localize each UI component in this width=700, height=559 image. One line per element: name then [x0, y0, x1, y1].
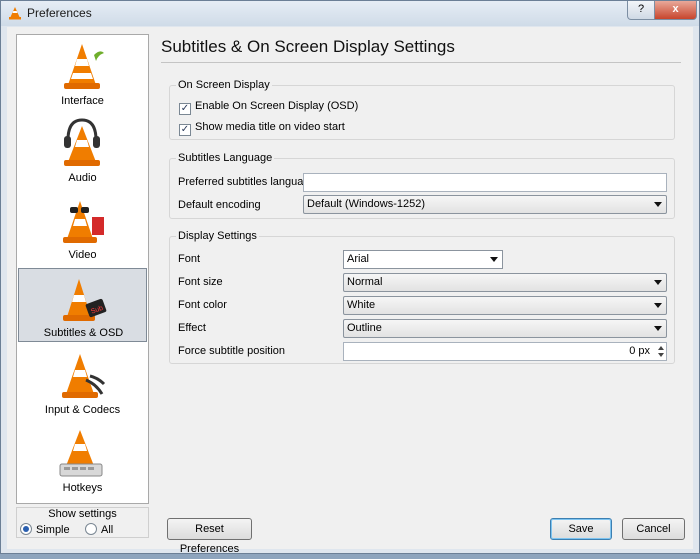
osd-group: On Screen Display ✓ Enable On Screen Disp…: [169, 79, 675, 140]
chevron-down-icon: [654, 280, 662, 285]
radio-selected-icon: [20, 523, 32, 535]
sidebar-item-input-codecs[interactable]: Input & Codecs: [18, 346, 147, 420]
simple-radio[interactable]: Simple: [20, 523, 70, 536]
display-settings-group: Display Settings Font Arial Font size No…: [169, 230, 675, 364]
vlc-cone-icon: [9, 7, 21, 20]
subtitle-position-value: 0 px: [629, 345, 650, 357]
title-bar[interactable]: Preferences ? x: [1, 1, 699, 26]
font-label: Font: [178, 253, 201, 265]
font-size-select[interactable]: Normal: [343, 273, 667, 292]
subtitle-position-spinbox[interactable]: 0 px: [343, 342, 667, 361]
hotkeys-cone-icon: [59, 430, 103, 477]
subtitles-cone-icon: Sub: [63, 279, 107, 321]
subtitles-language-title: Subtitles Language: [176, 152, 275, 164]
radio-unselected-icon: [85, 523, 97, 535]
chevron-down-icon: [490, 257, 498, 262]
preferred-language-label: Preferred subtitles language: [178, 176, 316, 188]
display-settings-title: Display Settings: [176, 230, 259, 242]
save-button[interactable]: Save: [550, 518, 612, 540]
window-title: Preferences: [27, 6, 92, 20]
preferred-language-input[interactable]: [303, 173, 667, 192]
font-color-value: White: [347, 299, 376, 311]
preferences-window: Preferences ? x Interface Audio Video Su…: [0, 0, 700, 555]
video-cone-icon: [63, 201, 104, 243]
sidebar-item-audio[interactable]: Audio: [18, 114, 147, 188]
font-size-value: Normal: [347, 276, 383, 288]
default-encoding-select[interactable]: Default (Windows-1252): [303, 195, 667, 214]
checkmark-icon: ✓: [179, 103, 191, 115]
cancel-button[interactable]: Cancel: [622, 518, 685, 540]
page-title: Subtitles & On Screen Display Settings: [161, 37, 455, 56]
checkmark-icon: ✓: [179, 124, 191, 136]
simple-label: Simple: [36, 524, 70, 536]
spin-down-icon[interactable]: [658, 353, 664, 357]
sidebar-item-label: Input & Codecs: [44, 404, 121, 416]
sidebar-item-label: Hotkeys: [62, 482, 103, 494]
show-settings-title: Show settings: [48, 508, 117, 520]
sidebar-item-label: Subtitles & OSD: [43, 327, 124, 339]
sidebar-item-label: Interface: [61, 95, 104, 107]
title-divider: [161, 62, 681, 63]
input-codecs-cone-icon: [62, 354, 106, 398]
effect-value: Outline: [347, 322, 382, 334]
encoding-value: Default (Windows-1252): [307, 198, 425, 210]
subtitle-position-label: Force subtitle position: [178, 345, 285, 357]
sidebar-item-interface[interactable]: Interface: [18, 37, 147, 111]
enable-osd-checkbox[interactable]: ✓ Enable On Screen Display (OSD): [179, 100, 358, 115]
chevron-down-icon: [654, 326, 662, 331]
all-label: All: [101, 524, 114, 536]
audio-cone-icon: [64, 118, 100, 166]
reset-preferences-button[interactable]: Reset Preferences: [167, 518, 252, 555]
effect-label: Effect: [178, 322, 206, 334]
font-value: Arial: [347, 253, 370, 265]
sidebar-item-subtitles-osd[interactable]: Sub Subtitles & OSD: [18, 268, 147, 342]
font-select[interactable]: Arial: [343, 250, 503, 269]
sidebar-item-label: Video: [68, 249, 97, 261]
font-color-label: Font color: [178, 299, 227, 311]
effect-select[interactable]: Outline: [343, 319, 667, 338]
chevron-down-icon: [654, 303, 662, 308]
sidebar-item-label: Audio: [68, 172, 97, 184]
font-size-label: Font size: [178, 276, 223, 288]
show-media-title-checkbox[interactable]: ✓ Show media title on video start: [179, 121, 345, 136]
help-button[interactable]: ?: [627, 1, 655, 20]
default-encoding-label: Default encoding: [178, 199, 261, 211]
chevron-down-icon: [654, 202, 662, 207]
sidebar-item-hotkeys[interactable]: Hotkeys: [18, 424, 147, 498]
interface-cone-icon: [64, 44, 104, 89]
dialog-body: Interface Audio Video Sub Subtitles & OS…: [7, 27, 693, 555]
font-color-select[interactable]: White: [343, 296, 667, 315]
spin-up-icon[interactable]: [658, 346, 664, 350]
sidebar-item-video[interactable]: Video: [18, 191, 147, 265]
subtitles-language-group: Subtitles Language Preferred subtitles l…: [169, 152, 675, 219]
osd-group-title: On Screen Display: [176, 79, 272, 91]
all-radio[interactable]: All: [85, 523, 113, 536]
close-button[interactable]: x: [654, 1, 697, 20]
show-media-title-label: Show media title on video start: [195, 121, 345, 133]
enable-osd-label: Enable On Screen Display (OSD): [195, 100, 359, 112]
category-sidebar: Interface Audio Video Sub Subtitles & OS…: [16, 34, 149, 504]
show-settings-group: Show settings Simple All: [16, 507, 149, 538]
